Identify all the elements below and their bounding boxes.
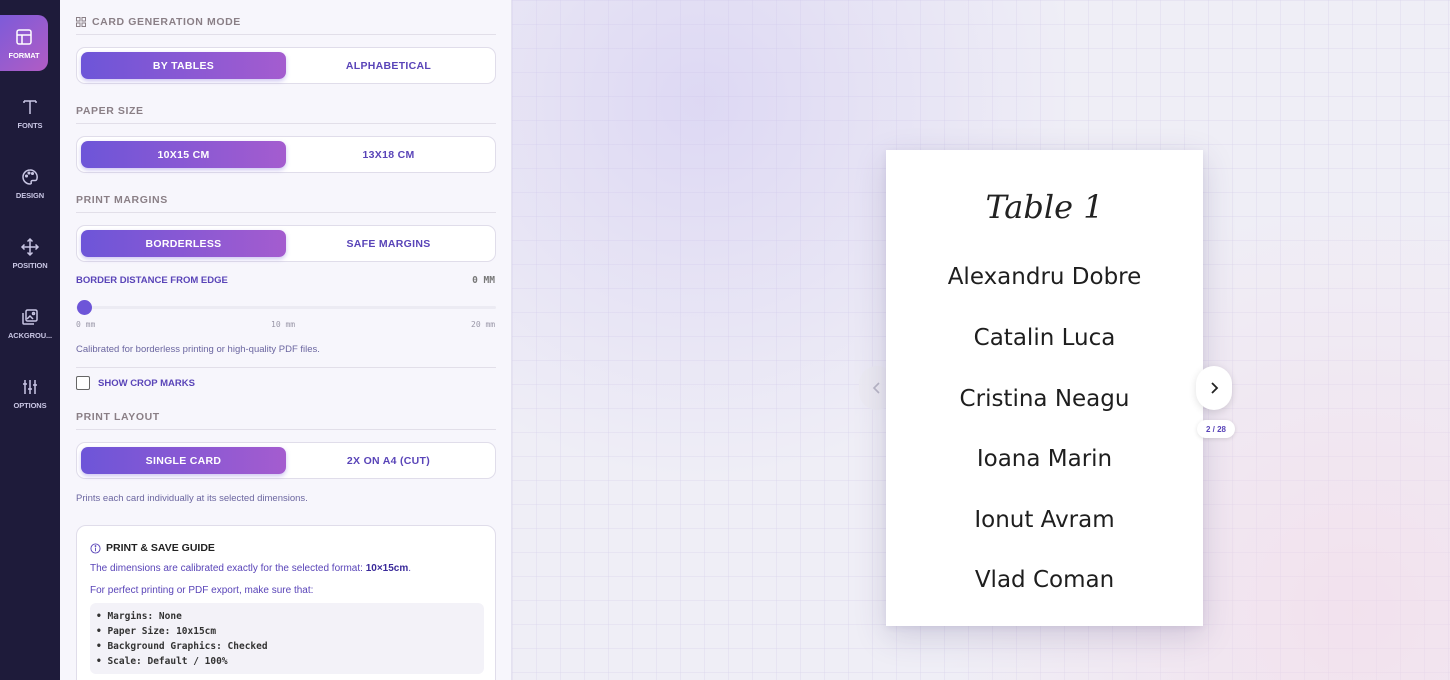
- card-mode-toggle: BY TABLES ALPHABETICAL: [76, 47, 496, 84]
- card-mode-title: CARD GENERATION MODE: [76, 16, 241, 28]
- paper-13x18-button[interactable]: 13X18 CM: [286, 141, 491, 168]
- divider: [76, 34, 496, 35]
- place-card-preview: Table 1 Alexandru Dobre Catalin Luca Cri…: [886, 150, 1203, 626]
- print-guide-box: PRINT & SAVE GUIDE The dimensions are ca…: [76, 525, 496, 680]
- layout-icon: [16, 28, 32, 45]
- guest-name: Alexandru Dobre: [947, 264, 1142, 290]
- rail-label: FONTS: [17, 120, 43, 130]
- guide-settings-list: • Margins: None • Paper Size: 10x15cm • …: [90, 603, 484, 674]
- rail-item-position[interactable]: POSITION: [0, 225, 60, 281]
- slider-tick-mid: 10 mm: [271, 320, 296, 329]
- chevron-left-icon: [872, 382, 880, 394]
- borderless-button[interactable]: BORDERLESS: [81, 230, 286, 257]
- border-distance-label: BORDER DISTANCE FROM EDGE: [76, 275, 228, 286]
- guest-name: Vlad Coman: [974, 567, 1115, 593]
- rail-item-format[interactable]: FORMAT: [0, 15, 48, 71]
- divider: [76, 123, 496, 124]
- crop-marks-label[interactable]: SHOW CROP MARKS: [98, 378, 195, 389]
- layout-toggle: SINGLE CARD 2X ON A4 (CUT): [76, 442, 496, 479]
- layout-help: Prints each card individually at its sel…: [76, 493, 308, 504]
- rail-label: FORMAT: [8, 50, 40, 60]
- divider: [76, 212, 496, 213]
- divider: [76, 367, 496, 368]
- rail-label: OPTIONS: [13, 400, 47, 410]
- guest-name: Catalin Luca: [973, 325, 1116, 351]
- rail-label: ACKGROU...: [7, 330, 52, 340]
- chevron-right-icon: [1211, 382, 1219, 394]
- divider: [76, 429, 496, 430]
- crop-marks-checkbox[interactable]: [76, 376, 90, 390]
- print-guide-title-text: PRINT & SAVE GUIDE: [106, 542, 215, 554]
- rail-label: POSITION: [12, 260, 48, 270]
- guest-name: Cristina Neagu: [959, 386, 1130, 412]
- guide-item: • Paper Size: 10x15cm: [96, 626, 217, 637]
- guide-item: • Margins: None: [96, 611, 182, 622]
- guide-line-1: The dimensions are calibrated exactly fo…: [90, 563, 411, 574]
- sliders-icon: [23, 379, 37, 394]
- move-icon: [20, 237, 40, 256]
- border-distance-value: 0 MM: [472, 275, 495, 286]
- preview-area: Table 1 Alexandru Dobre Catalin Luca Cri…: [512, 0, 1450, 680]
- grid-icon: [76, 17, 86, 27]
- print-margins-title: PRINT MARGINS: [76, 194, 168, 206]
- settings-panel: CARD GENERATION MODE BY TABLES ALPHABETI…: [60, 0, 512, 680]
- page-indicator: 2 / 28: [1197, 420, 1235, 438]
- border-distance-slider-handle[interactable]: [77, 300, 92, 315]
- print-guide-title: PRINT & SAVE GUIDE: [90, 542, 215, 554]
- palette-icon: [22, 168, 38, 185]
- card-table-title: Table 1: [985, 188, 1104, 226]
- slider-tick-max: 20 mm: [471, 320, 496, 329]
- safe-margins-button[interactable]: SAFE MARGINS: [286, 230, 491, 257]
- margins-toggle: BORDERLESS SAFE MARGINS: [76, 225, 496, 262]
- guide-line-1-prefix: The dimensions are calibrated exactly fo…: [90, 563, 363, 574]
- slider-tick-min: 0 mm: [76, 320, 96, 329]
- rail-item-design[interactable]: DESIGN: [0, 155, 60, 211]
- guide-line-2: For perfect printing or PDF export, make…: [90, 585, 314, 596]
- rail-item-background[interactable]: ACKGROU...: [0, 295, 60, 351]
- image-icon: [22, 308, 38, 325]
- single-card-button[interactable]: SINGLE CARD: [81, 447, 286, 474]
- guide-item: • Background Graphics: Checked: [96, 641, 268, 652]
- next-card-button[interactable]: [1196, 366, 1232, 410]
- paper-size-toggle: 10X15 CM 13X18 CM: [76, 136, 496, 173]
- icon-rail: FORMAT FONTS DESIGN POSITION ACKGROU... …: [0, 0, 60, 680]
- two-on-a4-button[interactable]: 2X ON A4 (CUT): [286, 447, 491, 474]
- paper-10x15-button[interactable]: 10X15 CM: [81, 141, 286, 168]
- border-distance-slider-track[interactable]: [76, 306, 496, 309]
- rail-label: DESIGN: [15, 190, 45, 200]
- guest-name: Ioana Marin: [976, 446, 1113, 472]
- card-mode-title-text: CARD GENERATION MODE: [92, 16, 241, 28]
- alphabetical-button[interactable]: ALPHABETICAL: [286, 52, 491, 79]
- paper-size-title: PAPER SIZE: [76, 105, 144, 117]
- print-layout-title: PRINT LAYOUT: [76, 411, 160, 423]
- by-tables-button[interactable]: BY TABLES: [81, 52, 286, 79]
- text-icon: [23, 99, 37, 114]
- guide-format: 10×15cm: [365, 563, 409, 574]
- border-distance-help: Calibrated for borderless printing or hi…: [76, 344, 320, 355]
- guest-name: Ionut Avram: [974, 507, 1115, 533]
- rail-item-fonts[interactable]: FONTS: [0, 85, 60, 141]
- guide-item: • Scale: Default / 100%: [96, 656, 228, 667]
- guide-line-1-suffix: .: [408, 563, 412, 574]
- info-icon: [90, 542, 101, 554]
- rail-item-options[interactable]: OPTIONS: [0, 365, 60, 421]
